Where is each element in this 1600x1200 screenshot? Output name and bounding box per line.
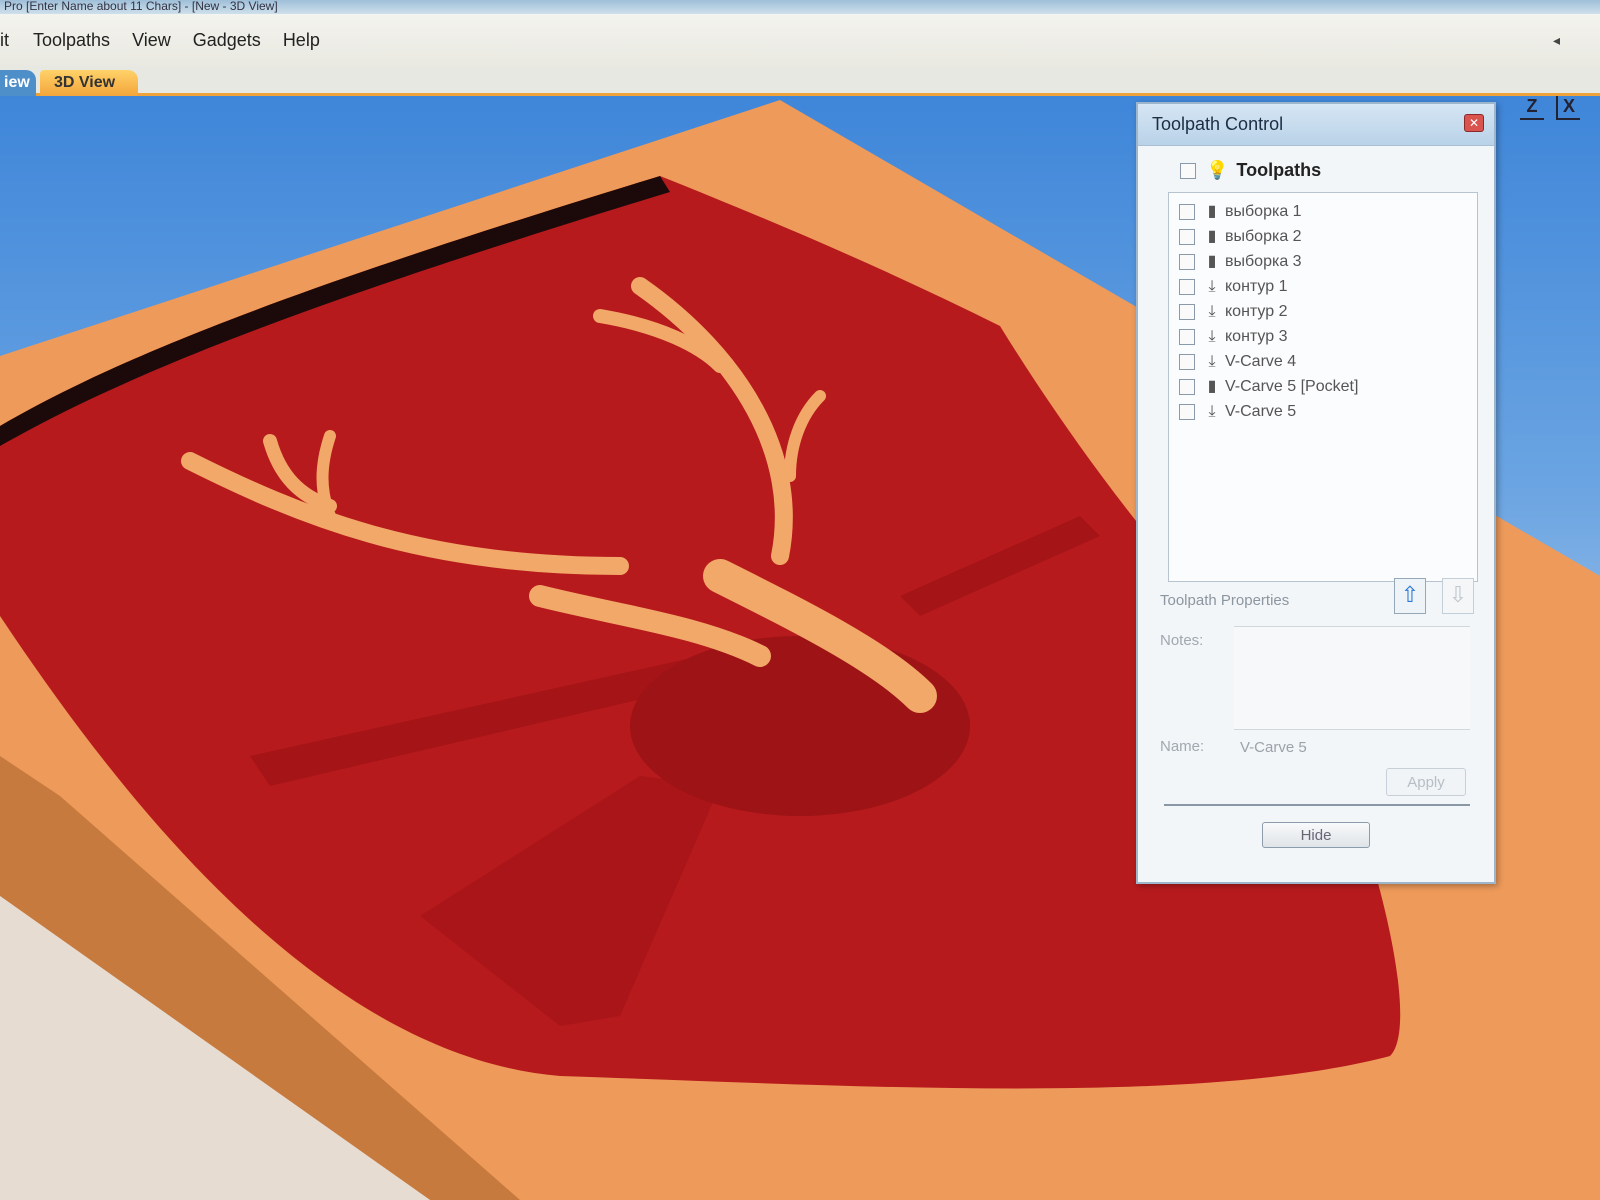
head-shield xyxy=(630,636,970,816)
lightbulb-icon: 💡 xyxy=(1206,160,1229,180)
toolpath-item[interactable]: ⤓ контур 3 xyxy=(1169,324,1477,349)
panel-header: Toolpath Control ✕ xyxy=(1138,104,1494,146)
toolpath-item[interactable]: ▮ выборка 1 xyxy=(1169,199,1477,224)
toolpath-label: выборка 3 xyxy=(1225,252,1302,270)
view-tab-bar: iew 3D View xyxy=(0,66,1600,96)
toolpath-item[interactable]: ⤓ V-Carve 4 xyxy=(1169,349,1477,374)
notes-field[interactable] xyxy=(1234,626,1470,730)
toolpath-item[interactable]: ⤓ контур 1 xyxy=(1169,274,1477,299)
axis-x-button[interactable]: X xyxy=(1556,96,1580,120)
arrow-down-icon: ⇩ xyxy=(1448,582,1468,607)
toolpath-label: V-Carve 4 xyxy=(1225,352,1297,370)
toolpath-label: контур 2 xyxy=(1225,302,1288,320)
menu-gadgets[interactable]: Gadgets xyxy=(193,30,261,51)
toolpath-label: V-Carve 5 xyxy=(1225,402,1297,420)
name-field[interactable] xyxy=(1234,734,1470,760)
menu-toolpaths[interactable]: Toolpaths xyxy=(33,30,110,51)
pocket-icon: ▮ xyxy=(1207,202,1217,220)
toolpath-label: выборка 1 xyxy=(1225,202,1302,220)
name-label: Name: xyxy=(1160,738,1205,755)
toolpath-item[interactable]: ▮ выборка 3 xyxy=(1169,249,1477,274)
vcarve-icon: ⤓ xyxy=(1208,352,1216,370)
move-down-button[interactable]: ⇩ xyxy=(1442,578,1474,614)
menu-edit[interactable]: it xyxy=(0,30,9,51)
toolpath-checkbox[interactable] xyxy=(1179,228,1195,245)
menu-view[interactable]: View xyxy=(132,30,171,51)
toolpath-checkbox[interactable] xyxy=(1179,353,1195,370)
vcarve-icon: ⤓ xyxy=(1208,402,1216,420)
toolpath-checkbox[interactable] xyxy=(1179,278,1195,295)
notes-label: Notes: xyxy=(1160,632,1204,649)
toolpath-item[interactable]: ⤓ V-Carve 5 xyxy=(1169,399,1477,424)
toolpath-list: ▮ выборка 1 ▮ выборка 2 ▮ выборка 3 ⤓ ко… xyxy=(1168,192,1478,582)
hide-button[interactable]: Hide xyxy=(1262,822,1370,848)
tab-3d-view[interactable]: 3D View xyxy=(40,70,138,96)
toolpath-checkbox[interactable] xyxy=(1179,328,1195,345)
panel-title: Toolpath Control xyxy=(1152,114,1284,134)
toolpath-checkbox[interactable] xyxy=(1179,303,1195,320)
menu-bar: it Toolpaths View Gadgets Help ◂ xyxy=(0,14,1600,66)
axis-z-button[interactable]: Z xyxy=(1520,96,1544,120)
menu-help[interactable]: Help xyxy=(283,30,320,51)
close-icon[interactable]: ✕ xyxy=(1464,114,1484,132)
toolpath-item[interactable]: ▮ V-Carve 5 [Pocket] xyxy=(1169,374,1477,399)
toolpath-item[interactable]: ▮ выборка 2 xyxy=(1169,224,1477,249)
toolpaths-root-row: 💡 Toolpaths xyxy=(1180,160,1321,181)
toolpath-label: контур 3 xyxy=(1225,327,1288,345)
panel-divider xyxy=(1164,804,1470,806)
toolpaths-root-checkbox[interactable] xyxy=(1180,162,1196,179)
profile-icon: ⤓ xyxy=(1208,302,1216,320)
pocket-icon: ▮ xyxy=(1207,252,1217,270)
toolpath-properties-label: Toolpath Properties xyxy=(1160,592,1290,609)
toolpath-control-panel: Toolpath Control ✕ 💡 Toolpaths ▮ выборка… xyxy=(1136,102,1496,884)
toolpath-checkbox[interactable] xyxy=(1179,253,1195,270)
window-title: Pro [Enter Name about 11 Chars] - [New -… xyxy=(0,0,1600,14)
profile-icon: ⤓ xyxy=(1208,327,1216,345)
toolpath-label: выборка 2 xyxy=(1225,227,1302,245)
apply-button[interactable]: Apply xyxy=(1386,768,1466,796)
collapse-arrow-icon[interactable]: ◂ xyxy=(1553,32,1560,49)
pocket-icon: ▮ xyxy=(1207,227,1217,245)
toolpath-checkbox[interactable] xyxy=(1179,403,1195,420)
toolpath-label: V-Carve 5 [Pocket] xyxy=(1225,377,1359,395)
toolpath-checkbox[interactable] xyxy=(1179,378,1195,395)
move-up-button[interactable]: ⇧ xyxy=(1394,578,1426,614)
arrow-up-icon: ⇧ xyxy=(1400,582,1420,607)
pocket-icon: ▮ xyxy=(1207,377,1217,395)
profile-icon: ⤓ xyxy=(1208,277,1216,295)
toolpath-item[interactable]: ⤓ контур 2 xyxy=(1169,299,1477,324)
toolpaths-root-label: Toolpaths xyxy=(1236,160,1322,180)
toolpath-label: контур 1 xyxy=(1225,277,1288,295)
tab-2d-view[interactable]: iew xyxy=(0,70,36,96)
toolpath-checkbox[interactable] xyxy=(1179,203,1195,220)
